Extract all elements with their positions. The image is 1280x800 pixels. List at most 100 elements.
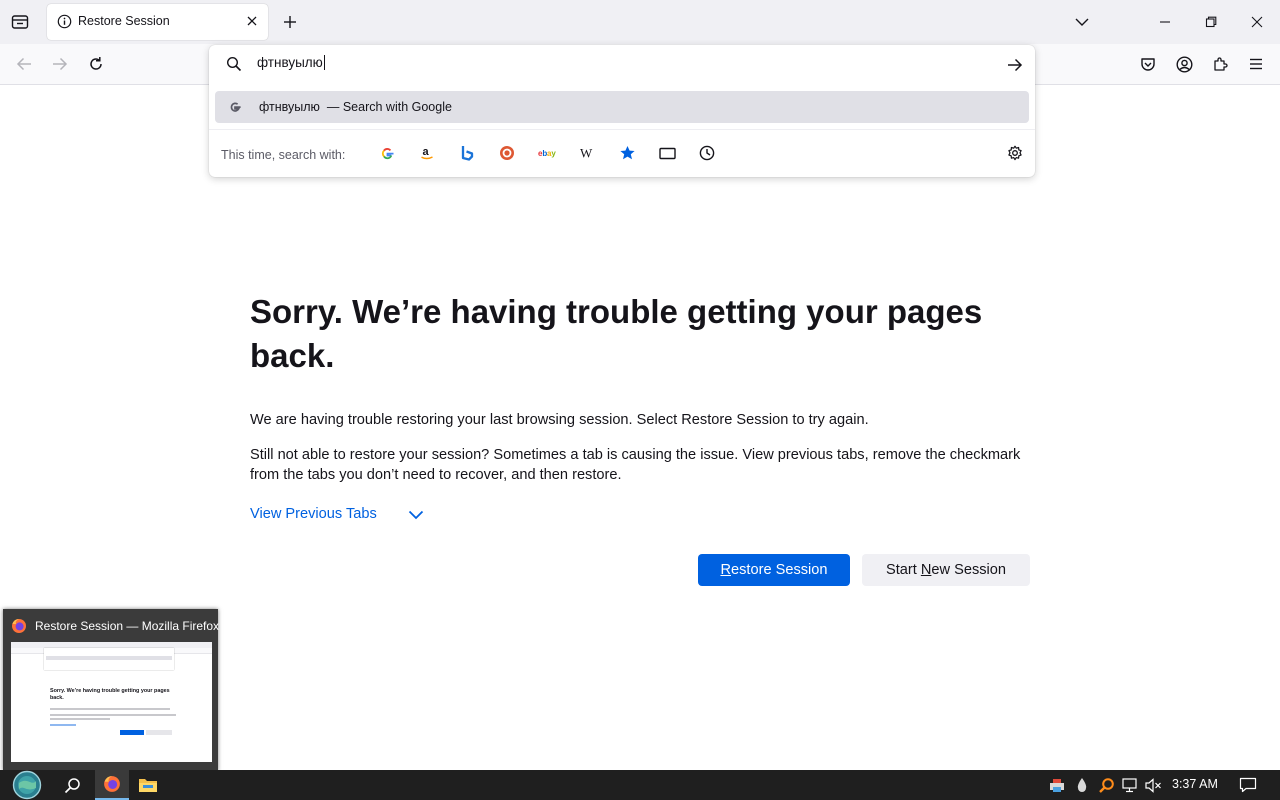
- thumb-link: [50, 724, 76, 726]
- restore-description: We are having trouble restoring your las…: [250, 412, 869, 428]
- start-new-session-button[interactable]: Start New Session: [862, 554, 1030, 586]
- thumb-text-line: [50, 708, 170, 710]
- amazon-icon: a: [421, 146, 433, 160]
- one-off-search-bar: This time, search with: a e b a y W: [209, 129, 1035, 177]
- urlbar-dropdown: фтнвуылю фтнвуылю — Search with Google T…: [209, 45, 1035, 177]
- action-center-button[interactable]: [1236, 774, 1260, 796]
- new-tab-button[interactable]: [280, 12, 300, 32]
- engine-bing-button[interactable]: [453, 142, 481, 164]
- search-icon: [64, 777, 80, 793]
- bookmarks-search-button[interactable]: [613, 142, 641, 164]
- thumb-heading: Sorry. We’re having trouble getting your…: [50, 688, 170, 701]
- restore-accesskey: R: [720, 562, 731, 578]
- taskbar-file-explorer-button[interactable]: [133, 773, 163, 797]
- taskbar-firefox-button[interactable]: [95, 770, 129, 800]
- wikipedia-icon: W: [580, 146, 593, 160]
- bing-icon: [461, 146, 474, 161]
- view-previous-tabs-toggle[interactable]: View Previous Tabs: [250, 506, 424, 522]
- tabs-icon: [658, 147, 676, 159]
- google-icon: [230, 102, 241, 112]
- restore-hint: Still not able to restore your session? …: [250, 447, 1021, 483]
- printer-app-icon: [1050, 779, 1064, 792]
- restore-label: estore Session: [731, 562, 828, 578]
- forward-button[interactable]: [49, 54, 71, 74]
- back-arrow-icon: [16, 57, 31, 71]
- account-button[interactable]: [1173, 53, 1195, 75]
- taskbar-clock[interactable]: 3:37 AM: [1172, 777, 1218, 791]
- list-all-tabs-button[interactable]: [1072, 12, 1092, 32]
- thumb-text-line: [50, 718, 110, 720]
- tabs-search-button[interactable]: [653, 142, 681, 164]
- close-window-button[interactable]: [1242, 10, 1272, 34]
- restore-session-button[interactable]: Restore Session: [698, 554, 850, 586]
- restore-window-button[interactable]: [1196, 10, 1226, 34]
- network-icon: [1121, 777, 1137, 792]
- close-icon: [1251, 16, 1263, 28]
- engine-wikipedia-button[interactable]: W: [573, 142, 601, 164]
- tab-title: Restore Session: [78, 14, 170, 28]
- view-previous-tabs-label: View Previous Tabs: [250, 506, 377, 522]
- suggestion-text: фтнвуылю — Search with Google: [259, 100, 452, 114]
- search-button[interactable]: [58, 773, 86, 797]
- firefox-view-icon: [11, 15, 29, 29]
- tab-strip: Restore Session: [0, 0, 1280, 44]
- suggestion-query: фтнвуылю: [259, 100, 320, 114]
- reload-button[interactable]: [85, 54, 107, 74]
- new-session-label-start: Start: [885, 562, 921, 578]
- minimize-icon: [1160, 21, 1170, 23]
- page-heading: Sorry. We’re having trouble getting your…: [250, 293, 983, 374]
- back-button[interactable]: [13, 54, 35, 74]
- duckduckgo-icon: [500, 146, 514, 160]
- magnifier-icon: [1098, 777, 1114, 793]
- info-icon: [57, 14, 72, 29]
- pocket-icon: [1141, 58, 1155, 71]
- thumb-url-dropdown: [44, 648, 174, 670]
- google-icon: [381, 147, 393, 159]
- extensions-button[interactable]: [1209, 53, 1231, 75]
- bookmarks-icon: [619, 146, 635, 160]
- new-session-label-end: ew Session: [931, 562, 1007, 578]
- minimize-button[interactable]: [1150, 10, 1180, 34]
- new-session-accesskey: N: [920, 562, 932, 578]
- chevron-down-icon: [408, 510, 424, 520]
- pocket-button[interactable]: [1137, 53, 1159, 75]
- volume-muted-icon: [1144, 777, 1161, 793]
- firefox-view-button[interactable]: [9, 12, 31, 32]
- hamburger-menu-icon: [1250, 58, 1262, 70]
- ebay-icon: e b a y: [538, 149, 556, 158]
- tray-app-button[interactable]: [1046, 775, 1068, 795]
- history-icon: [699, 145, 715, 161]
- forward-arrow-icon: [53, 57, 68, 71]
- chevron-down-icon: [1075, 18, 1089, 26]
- search-icon: [226, 56, 242, 72]
- tray-search-app-button[interactable]: [1095, 775, 1117, 795]
- go-button[interactable]: [1004, 55, 1026, 75]
- firefox-icon: [104, 776, 120, 792]
- engine-amazon-button[interactable]: a: [413, 142, 441, 164]
- history-search-button[interactable]: [693, 142, 721, 164]
- engine-ebay-button[interactable]: e b a y: [533, 142, 561, 164]
- tab-restore-session[interactable]: Restore Session: [47, 4, 268, 40]
- preview-thumbnail: Sorry. We’re having trouble getting your…: [11, 642, 212, 762]
- url-input[interactable]: фтнвуылю: [257, 55, 325, 70]
- close-tab-icon[interactable]: [244, 13, 260, 29]
- thumb-new-session-button: [146, 730, 172, 735]
- plus-icon: [284, 16, 296, 28]
- svg-text:a: a: [423, 146, 430, 158]
- notification-icon: [1239, 777, 1257, 793]
- suggestion-suffix: — Search with Google: [326, 100, 452, 114]
- tray-drop-button[interactable]: [1072, 775, 1092, 795]
- engine-duckduckgo-button[interactable]: [493, 142, 521, 164]
- taskbar-window-preview[interactable]: Restore Session — Mozilla Firefox Sorry.…: [3, 609, 219, 771]
- tray-volume-button[interactable]: [1142, 775, 1164, 795]
- engine-google-button[interactable]: [373, 142, 401, 164]
- start-button[interactable]: [8, 770, 46, 800]
- gear-icon: [1008, 145, 1022, 161]
- restore-window-icon: [1205, 16, 1217, 28]
- account-icon: [1175, 55, 1193, 73]
- app-menu-button[interactable]: [1245, 53, 1267, 75]
- search-suggestion-row[interactable]: фтнвуылю — Search with Google: [215, 91, 1029, 123]
- tray-network-button[interactable]: [1119, 775, 1141, 795]
- thumb-suggestion: [46, 656, 172, 660]
- search-settings-button[interactable]: [1001, 142, 1029, 164]
